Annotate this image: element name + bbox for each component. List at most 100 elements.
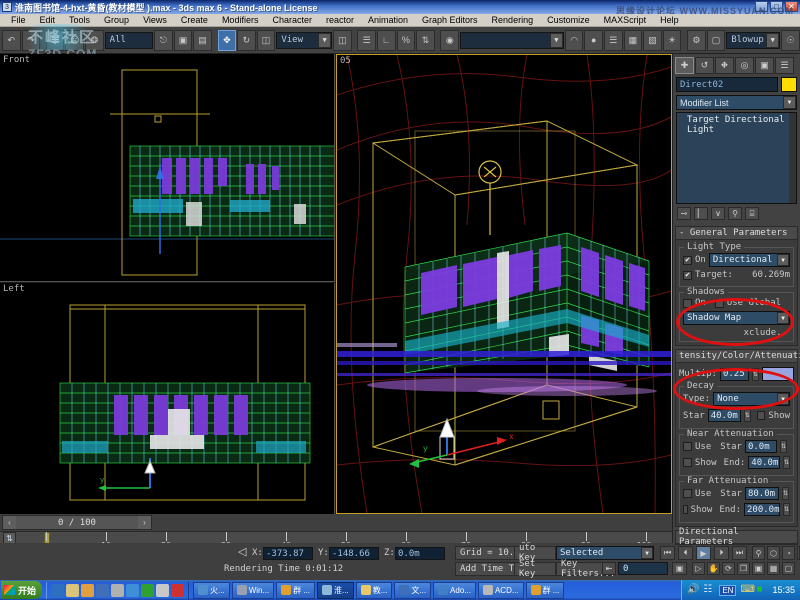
z-coord-field[interactable]: 0.0m [395, 547, 445, 560]
set-key-button[interactable]: Set Key [514, 562, 556, 576]
undo-icon[interactable]: ↶ [2, 30, 21, 51]
utilities-tab-icon[interactable]: ☰ [775, 57, 794, 74]
unlink-icon[interactable]: ☹ [65, 30, 84, 51]
rollout-directional-parameters-header[interactable]: Directional Parameters [676, 531, 797, 544]
far-start-spinner[interactable]: ⇅ [782, 487, 789, 500]
ref-coord-system-combo[interactable]: View ▼ [276, 32, 332, 49]
display-tab-icon[interactable]: ▣ [755, 57, 774, 74]
select-object-icon[interactable]: ⎋ [154, 30, 173, 51]
light-type-dropdown[interactable]: Directional ▼ [709, 253, 790, 267]
schematic-view-icon[interactable]: ▧ [643, 30, 662, 51]
task-firefox[interactable]: 火... [193, 582, 230, 599]
auto-key-button[interactable]: uto Key [514, 546, 556, 560]
modifier-stack-list[interactable]: Target Directional Light [676, 112, 797, 204]
pin-stack-icon[interactable]: ⊸ [677, 207, 691, 220]
select-and-rotate-icon[interactable]: ↻ [237, 30, 256, 51]
modify-tab-icon[interactable]: ↺ [695, 57, 714, 74]
select-link-icon[interactable]: ☷ [46, 30, 65, 51]
chevron-down-icon-5[interactable]: ▼ [783, 96, 796, 109]
ie-icon[interactable] [51, 584, 64, 597]
start-button[interactable]: 开始 [1, 581, 42, 599]
decay-start-field[interactable]: 40.0m [708, 409, 741, 422]
light-on-checkbox[interactable]: ✔ [683, 256, 692, 265]
antivirus-icon[interactable] [141, 584, 154, 597]
maximize-button[interactable]: □ [770, 1, 783, 12]
chevron-down-icon[interactable]: ▼ [318, 33, 331, 48]
bind-spacewarp-icon[interactable]: ❂ [85, 30, 104, 51]
player-icon[interactable] [126, 584, 139, 597]
far-use-checkbox[interactable] [683, 489, 692, 498]
media-icon[interactable] [111, 584, 124, 597]
material-editor-icon[interactable]: ☀ [663, 30, 682, 51]
min-max-toggle-icon[interactable]: ❐ [737, 562, 750, 575]
ime-icon[interactable]: ⌨ [740, 584, 752, 596]
far-start-field[interactable]: 80.0m [745, 487, 779, 500]
field-of-view-icon[interactable]: ▷ [692, 562, 705, 575]
menu-modifiers[interactable]: Modifiers [215, 15, 266, 25]
explorer-icon[interactable] [66, 584, 79, 597]
near-start-field[interactable]: 0.0m [745, 440, 777, 453]
next-frame-arrow[interactable]: › [138, 516, 151, 529]
maximize-viewport-icon[interactable]: ▢ [782, 562, 795, 575]
menu-animation[interactable]: Animation [361, 15, 415, 25]
redo-icon[interactable]: ↷ [22, 30, 41, 51]
minimize-button[interactable]: _ [755, 1, 768, 12]
green-status-icon[interactable]: ■ [756, 584, 768, 596]
menu-edit[interactable]: Edit [33, 15, 63, 25]
configure-modifier-sets-icon[interactable]: ⌸ [745, 207, 759, 220]
spinner-snap-icon[interactable]: ⇅ [416, 30, 435, 51]
decay-start-spinner[interactable]: ⇅ [744, 409, 751, 422]
previous-frame-button[interactable]: ⏴ [678, 546, 693, 560]
zoom-extents-all-icon[interactable]: ▦ [767, 562, 780, 575]
snaps-toggle-icon[interactable]: ☰ [357, 30, 376, 51]
viewport-perspective[interactable]: 05 [336, 54, 672, 514]
near-use-checkbox[interactable] [683, 442, 692, 451]
language-indicator[interactable]: EN [719, 585, 736, 596]
chevron-down-icon-7[interactable]: ▼ [777, 312, 789, 324]
viewport-left[interactable]: Left [0, 283, 335, 514]
network-icon[interactable]: ☷ [703, 584, 715, 596]
go-to-end-button[interactable]: ⏭ [732, 546, 747, 560]
layer-manager-icon[interactable]: ☰ [604, 30, 623, 51]
select-and-move-icon[interactable]: ✥ [218, 30, 237, 51]
percent-snap-icon[interactable]: % [397, 30, 416, 51]
far-end-field[interactable]: 200.0m [744, 503, 780, 516]
shadow-type-dropdown[interactable]: Shadow Map ▼ [683, 311, 790, 325]
chevron-down-icon-4[interactable]: ▼ [641, 547, 653, 559]
hierarchy-tab-icon[interactable]: ⛖ [715, 57, 734, 74]
light-target-checkbox[interactable]: ✔ [683, 271, 692, 280]
angle-snap-icon[interactable]: ∟ [377, 30, 396, 51]
render-type-combo[interactable]: Blowup ▼ [726, 32, 780, 49]
chevron-down-icon-3[interactable]: ▼ [766, 33, 779, 48]
motion-tab-icon[interactable]: ◎ [735, 57, 754, 74]
rollout-intensity-header[interactable]: tensity/Color/Attenuati [676, 350, 797, 363]
align-icon[interactable]: ● [584, 30, 603, 51]
modifier-list-dropdown[interactable]: Modifier List ▼ [676, 95, 797, 110]
go-to-start-button[interactable]: ⏮ [660, 546, 675, 560]
menu-group[interactable]: Group [97, 15, 136, 25]
use-pivot-point-center-icon[interactable]: ◫ [333, 30, 352, 51]
use-global-checkbox[interactable] [715, 299, 724, 308]
shadows-on-checkbox[interactable] [683, 299, 692, 308]
arc-rotate-icon[interactable]: ⟳ [722, 562, 735, 575]
y-coord-field[interactable]: -148.66 [329, 547, 379, 560]
named-selection-sets-icon[interactable]: ◉ [440, 30, 459, 51]
make-unique-icon[interactable]: ∨ [711, 207, 725, 220]
quick-render-icon[interactable]: ☉ [781, 30, 800, 51]
paint-icon[interactable] [81, 584, 94, 597]
key-step-icon[interactable]: ⇤ [602, 562, 616, 575]
menu-create[interactable]: Create [174, 15, 215, 25]
render-last-icon[interactable]: ▢ [707, 30, 726, 51]
mirror-icon[interactable]: ◠ [565, 30, 584, 51]
task-word[interactable]: 文... [394, 582, 431, 599]
named-selection-input[interactable]: ▼ [460, 32, 564, 49]
remove-modifier-icon[interactable]: ⚲ [728, 207, 742, 220]
volume-icon[interactable]: 🔊 [687, 584, 699, 596]
selection-set-combo[interactable]: Selected ▼ [556, 546, 654, 560]
light-color-swatch[interactable] [762, 367, 794, 381]
far-show-checkbox[interactable] [683, 505, 688, 514]
stack-item-target-directional-light[interactable]: Target Directional Light [677, 113, 796, 135]
near-start-spinner[interactable]: ⇅ [780, 440, 787, 453]
show-end-result-icon[interactable]: ▏ [694, 207, 708, 220]
set-key-frame-icon[interactable]: ▣ [752, 562, 765, 575]
